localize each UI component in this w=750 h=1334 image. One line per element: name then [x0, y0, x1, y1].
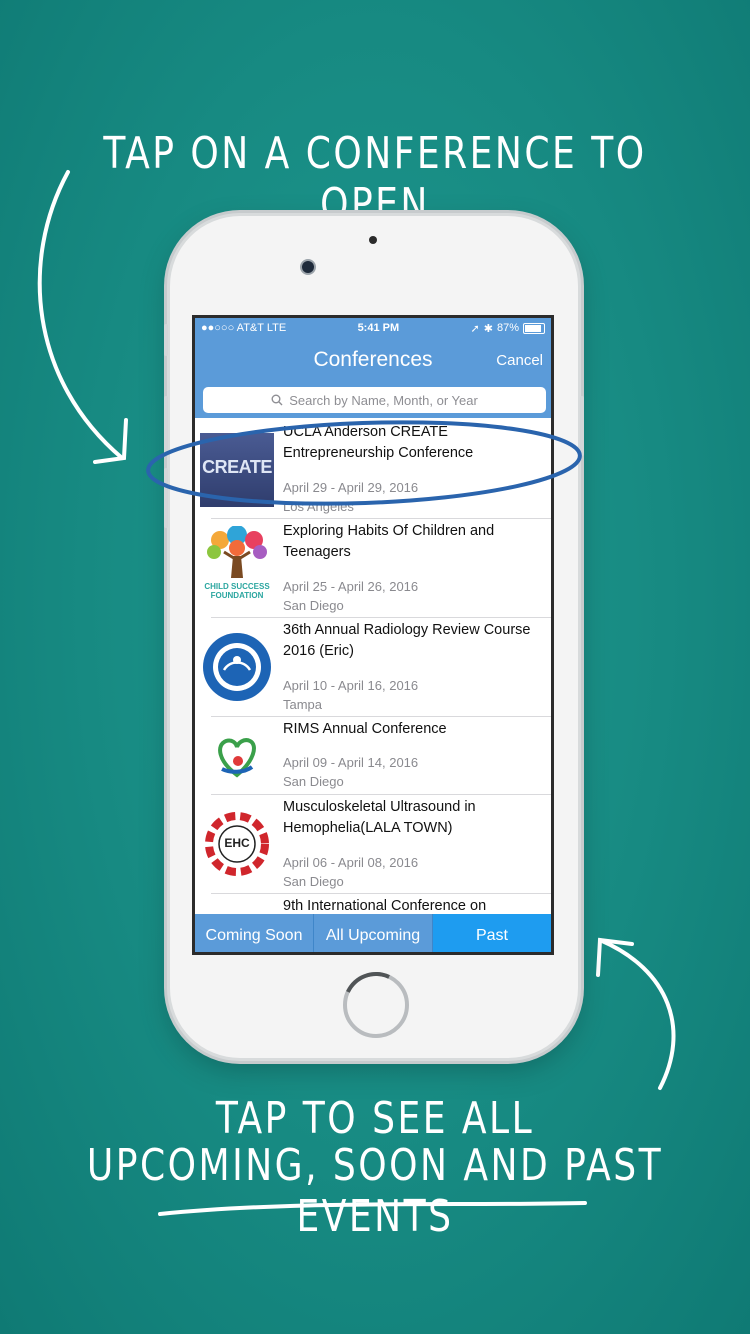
search-input[interactable]: Search by Name, Month, or Year [203, 387, 546, 413]
volume-up-button [164, 396, 168, 456]
tab-past[interactable]: Past [433, 914, 551, 952]
conference-title: RIMS Annual Conference [283, 721, 447, 737]
arrow-to-tabs-icon [598, 938, 676, 1090]
list-item[interactable]: CREATE UCLA Anderson CREATE Entrepreneur… [195, 420, 551, 519]
conference-dates: April 09 - April 14, 2016 [283, 755, 419, 770]
search-placeholder: Search by Name, Month, or Year [289, 392, 478, 408]
radiology-seal-icon [203, 633, 271, 701]
list-item[interactable]: RIMS Annual Conference April 09 - April … [195, 717, 551, 795]
child-success-logo: CHILD SUCCESS FOUNDATION [200, 525, 274, 600]
volume-down-button [164, 468, 168, 528]
carrier-label: ●●○○○ AT&T LTE [201, 322, 287, 334]
battery-icon [522, 322, 545, 334]
conference-title: 36th Annual Radiology Review Course 2016… [283, 622, 531, 659]
status-bar: ●●○○○ AT&T LTE 5:41 PM ➚ ✱ 87% [195, 318, 551, 338]
heart-hand-icon [218, 738, 256, 778]
search-icon [271, 394, 283, 406]
tab-coming-soon[interactable]: Coming Soon [195, 914, 313, 952]
logo-line-1: CHILD SUCCESS [204, 582, 270, 591]
conference-location: San Diego [283, 598, 344, 613]
logo-line-2: FOUNDATION [210, 591, 264, 600]
mute-switch [164, 324, 168, 356]
conference-location: Los Angeles [283, 499, 354, 514]
create-logo: CREATE [200, 433, 274, 507]
home-button[interactable] [343, 972, 409, 1038]
battery-label: 87% [496, 322, 519, 334]
app-screen: ●●○○○ AT&T LTE 5:41 PM ➚ ✱ 87% Conferenc… [192, 315, 554, 955]
search-bar: Search by Name, Month, or Year [195, 382, 551, 418]
conference-location: San Diego [283, 874, 344, 889]
conference-title: Musculoskeletal Ultrasound in Hemophelia… [283, 799, 476, 836]
conference-location: San Diego [283, 774, 344, 789]
conference-location: Tampa [283, 697, 323, 712]
conference-dates: April 10 - April 16, 2016 [283, 678, 419, 693]
ehc-logo: EHC [200, 807, 274, 881]
list-item[interactable]: EHC Musculoskeletal Ultrasound in Hemoph… [195, 795, 551, 894]
bottom-caption-line2: UPCOMING, SOON AND PAST EVENTS [86, 1140, 664, 1242]
front-camera-icon [302, 261, 314, 273]
tab-all-upcoming[interactable]: All Upcoming [314, 914, 432, 952]
arrow-to-list-head-icon [93, 418, 128, 464]
bluetooth-icon: ✱ [483, 322, 493, 335]
bottom-caption-line1: TAP TO SEE ALL [215, 1093, 535, 1144]
cancel-button[interactable]: Cancel [496, 352, 543, 369]
list-item[interactable]: CHILD SUCCESS FOUNDATION Exploring Habit… [195, 519, 551, 618]
conference-dates: April 29 - April 29, 2016 [283, 480, 419, 495]
filter-tab-bar: Coming Soon All Upcoming Past [195, 914, 551, 952]
list-item[interactable]: 36th Annual Radiology Review Course 2016… [195, 618, 551, 717]
location-arrow-icon: ➚ [470, 322, 480, 335]
status-right: ➚ ✱ 87% [471, 322, 545, 335]
phone-frame: ●●○○○ AT&T LTE 5:41 PM ➚ ✱ 87% Conferenc… [164, 216, 584, 1058]
conference-title: Exploring Habits Of Children and Teenage… [283, 523, 495, 560]
tree-logo-icon [207, 525, 267, 578]
top-caption: TAP ON A CONFERENCE TO OPEN [103, 128, 647, 230]
navigation-bar: Conferences Cancel [195, 338, 551, 382]
create-logo-text: CREATE [202, 457, 272, 477]
conference-dates: April 06 - April 08, 2016 [283, 855, 419, 870]
conference-dates: April 25 - April 26, 2016 [283, 579, 419, 594]
child-success-logo-text: CHILD SUCCESS FOUNDATION [200, 582, 274, 600]
ehc-logo-text: EHC [224, 836, 250, 850]
radiology-society-logo [200, 630, 274, 704]
power-button [580, 396, 584, 456]
arrow-to-tabs-head-icon [596, 937, 634, 977]
rims-logo [200, 723, 274, 787]
clock-label: 5:41 PM [357, 322, 400, 334]
conference-title: UCLA Anderson CREATE Entrepreneurship Co… [283, 424, 474, 461]
conference-list[interactable]: CREATE UCLA Anderson CREATE Entrepreneur… [195, 420, 551, 918]
sensor-dot [369, 236, 377, 244]
